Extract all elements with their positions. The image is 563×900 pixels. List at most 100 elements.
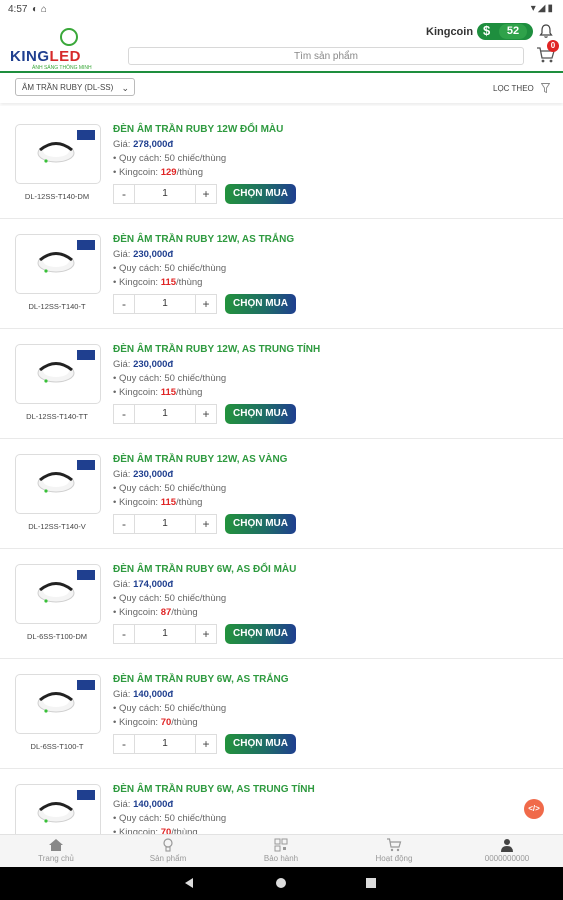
nav-home[interactable]: Trang chủ [6,835,106,868]
brand-tag-icon [77,350,95,360]
price-label: Giá: [113,139,131,150]
buy-button[interactable]: CHỌN MUA [225,184,296,204]
product-image[interactable] [15,454,101,514]
category-select[interactable]: ÂM TRẦN RUBY (DL-SS) ⌄ [15,78,135,96]
filter-label[interactable]: LỌC THEO [493,84,534,93]
product-name[interactable]: ĐÈN ÂM TRẦN RUBY 12W ĐỔI MÀU [113,124,283,135]
product-image[interactable] [15,564,101,624]
nav-activity[interactable]: Hoạt động [344,835,444,868]
product-image[interactable] [15,674,101,734]
search-input[interactable]: Tìm sản phẩm [128,47,524,65]
nav-label: Trang chủ [38,854,74,863]
buy-button[interactable]: CHỌN MUA [225,514,296,534]
price-label: Giá: [113,799,131,810]
buy-button[interactable]: CHỌN MUA [225,294,296,314]
recents-icon[interactable] [366,878,376,888]
status-bar: 4:57 ◐ ⌂ ▾◢▮ [0,0,563,20]
kingcoin-unit: /thùng [176,497,203,508]
increase-button[interactable]: + [195,735,216,753]
quantity-input[interactable]: 1 [134,405,196,423]
increase-button[interactable]: + [195,295,216,313]
product-name[interactable]: ĐÈN ÂM TRẦN RUBY 12W, AS TRUNG TÍNH [113,344,320,355]
product-item[interactable]: ĐÈN ÂM TRẦN RUBY 6W, AS TRUNG TÍNH Giá: 1… [0,768,563,834]
product-name[interactable]: ĐÈN ÂM TRẦN RUBY 6W, AS ĐỔI MÀU [113,564,296,575]
product-sku: DL-12SS-T140-TT [26,412,88,421]
quantity-input[interactable]: 1 [134,295,196,313]
kingcoin-label: Kingcoin: [118,497,159,508]
kingcoin-label: Kingcoin: [118,277,159,288]
increase-button[interactable]: + [195,405,216,423]
product-sku: DL-12SS-T140-V [28,522,86,531]
chevron-down-icon: ⌄ [121,83,129,93]
product-item[interactable]: DL-12SS-T140-TT ĐÈN ÂM TRẦN RUBY 12W, AS … [0,328,563,439]
nav-account[interactable]: 0000000000 [457,835,557,868]
kingcoin-value: 52 [499,24,527,39]
product-name[interactable]: ĐÈN ÂM TRẦN RUBY 6W, AS TRUNG TÍNH [113,784,315,795]
product-kingcoin: 70 [160,717,172,728]
spec-label: Quy cách: [118,813,162,824]
kingcoin-unit: /thùng [171,717,198,728]
product-item[interactable]: DL-12SS-T140-V ĐÈN ÂM TRẦN RUBY 12W, AS V… [0,438,563,549]
kingcoin-label: Kingcoin [426,26,474,38]
decrease-button[interactable]: - [114,295,135,313]
nav-warranty[interactable]: Bảo hành [231,835,331,868]
nav-products[interactable]: Sản phẩm [118,835,218,868]
product-image[interactable] [15,124,101,184]
quantity-input[interactable]: 1 [134,625,196,643]
product-item[interactable]: DL-12SS-T140-T ĐÈN ÂM TRẦN RUBY 12W, AS T… [0,218,563,329]
kingcoin-unit: /thùng [171,607,198,618]
quantity-input[interactable]: 1 [134,185,196,203]
nav-label: Hoạt động [375,854,413,863]
quantity-input[interactable]: 1 [134,515,196,533]
brand-tag-icon [77,130,95,140]
product-price: 278,000đ [133,139,174,150]
product-spec: 50 chiếc/thùng [164,263,227,274]
product-kingcoin: 70 [160,827,172,834]
product-image[interactable] [15,234,101,294]
product-price: 230,000đ [133,249,174,260]
price-label: Giá: [113,689,131,700]
product-image[interactable] [15,344,101,404]
home-circle-icon[interactable] [276,878,286,888]
decrease-button[interactable]: - [114,735,135,753]
kingcoin-label: Kingcoin: [118,167,159,178]
buy-button[interactable]: CHỌN MUA [225,624,296,644]
product-name[interactable]: ĐÈN ÂM TRẦN RUBY 12W, AS TRẮNG [113,234,294,245]
quantity-stepper: -1 + [113,184,217,204]
home-icon [49,839,63,851]
increase-button[interactable]: + [195,185,216,203]
product-item[interactable]: DL-6SS-T100-T ĐÈN ÂM TRẦN RUBY 6W, AS TRẮ… [0,658,563,769]
spec-label: Quy cách: [118,263,162,274]
kingcoin-unit: /thùng [176,167,203,178]
product-item[interactable]: DL-6SS-T100-DM ĐÈN ÂM TRẦN RUBY 6W, AS ĐỔ… [0,548,563,659]
kingcoin-unit: /thùng [176,387,203,398]
buy-button[interactable]: CHỌN MUA [225,404,296,424]
decrease-button[interactable]: - [114,185,135,203]
increase-button[interactable]: + [195,625,216,643]
buy-button[interactable]: CHỌN MUA [225,734,296,754]
product-sku: DL-6SS-T100-DM [26,632,87,641]
decrease-button[interactable]: - [114,625,135,643]
quantity-stepper: -1 + [113,514,217,534]
filter-bar: ÂM TRẦN RUBY (DL-SS) ⌄ LỌC THEO [0,73,563,103]
back-icon[interactable] [185,878,193,888]
increase-button[interactable]: + [195,515,216,533]
price-label: Giá: [113,469,131,480]
quantity-input[interactable]: 1 [134,735,196,753]
product-image[interactable] [15,784,101,834]
spec-label: Quy cách: [118,373,162,384]
quantity-stepper: -1 + [113,624,217,644]
product-name[interactable]: ĐÈN ÂM TRẦN RUBY 12W, AS VÀNG [113,454,287,465]
kingled-logo[interactable]: KINGLED ÁNH SÁNG THÔNG MINH [10,28,92,72]
code-fab-button[interactable]: </> [524,799,544,819]
product-spec: 50 chiếc/thùng [164,483,227,494]
dollar-icon: $ [483,23,491,38]
filter-icon[interactable] [541,83,550,93]
decrease-button[interactable]: - [114,515,135,533]
product-item[interactable]: DL-12SS-T140-DM ĐÈN ÂM TRẦN RUBY 12W ĐỔI … [0,108,563,219]
decrease-button[interactable]: - [114,405,135,423]
kingcoin-balance[interactable]: $ 52 [477,23,533,40]
bell-icon[interactable] [538,23,554,39]
cart-icon [387,838,402,852]
product-name[interactable]: ĐÈN ÂM TRẦN RUBY 6W, AS TRẮNG [113,674,289,685]
